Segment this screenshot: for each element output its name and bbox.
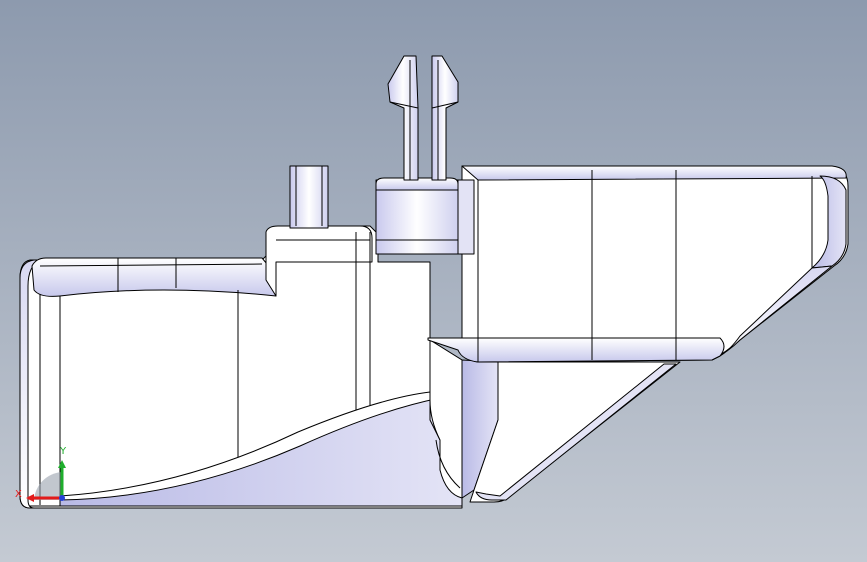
snap-clip-right [431, 55, 459, 181]
triad-z-point [59, 495, 65, 501]
right-shelf-face [461, 165, 849, 363]
cad-model-view[interactable]: X Y [0, 0, 867, 562]
triad-x-label: X [15, 489, 22, 500]
snap-clip-left [387, 55, 419, 181]
boss-cylinder [375, 179, 459, 255]
cad-viewport[interactable]: X Y [0, 0, 867, 562]
boss-side [457, 179, 475, 255]
right-shelf-top-bevel [461, 165, 847, 181]
right-shelf-bottom [427, 337, 725, 363]
triad-y-label: Y [59, 446, 67, 457]
